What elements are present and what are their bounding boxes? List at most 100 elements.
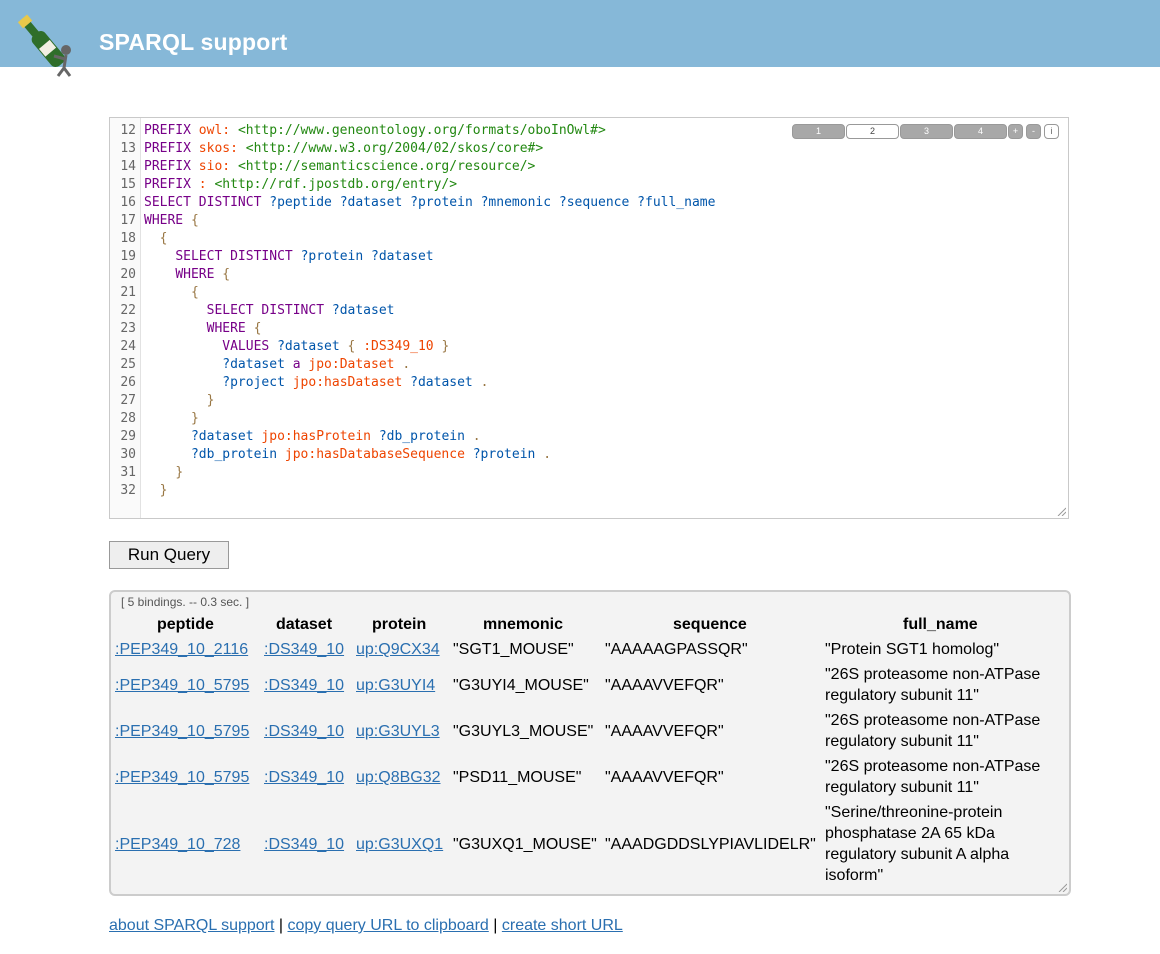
- query-tab-3[interactable]: 3: [900, 124, 953, 139]
- code-line: ?project jpo:hasDataset ?dataset .: [222, 375, 489, 390]
- full-name-cell: "26S proteasome non-ATPase regulatory su…: [825, 758, 1041, 796]
- protein-link[interactable]: up:G3UYL3: [356, 721, 440, 742]
- peptide-link[interactable]: :PEP349_10_728: [115, 834, 240, 855]
- column-header-full-name: full_name: [903, 616, 978, 633]
- app-title: SPARQL support: [99, 29, 288, 55]
- peptide-link[interactable]: :PEP349_10_2116: [115, 639, 248, 660]
- column-header-peptide: peptide: [157, 616, 214, 633]
- code-line: SELECT DISTINCT ?protein ?dataset: [175, 249, 434, 264]
- zoom-in-button[interactable]: +: [1008, 124, 1023, 139]
- dataset-link[interactable]: :DS349_10: [264, 721, 344, 742]
- line-number: 30: [120, 447, 136, 462]
- line-number: 15: [120, 177, 136, 192]
- line-number: 25: [120, 357, 136, 372]
- query-tab-2[interactable]: 2: [846, 124, 899, 139]
- resize-handle-icon[interactable]: [1056, 506, 1066, 516]
- code-line: ?db_protein jpo:hasDatabaseSequence ?pro…: [190, 447, 552, 462]
- footer-separator: |: [493, 917, 498, 934]
- line-number: 29: [120, 429, 136, 444]
- code-line: PREFIX sio: <http://semanticscience.org/…: [144, 159, 536, 174]
- code-line: {: [190, 285, 199, 300]
- query-tab-1[interactable]: 1: [792, 124, 845, 139]
- line-number: 14: [120, 159, 136, 174]
- peptide-link[interactable]: :PEP349_10_5795: [115, 721, 249, 742]
- results-status: [ 5 bindings. -- 0.3 sec. ]: [121, 595, 250, 609]
- code-line: WHERE {: [175, 267, 231, 282]
- protein-link[interactable]: up:G3UXQ1: [356, 834, 443, 855]
- code-line: ?dataset jpo:hasProtein ?db_protein .: [190, 429, 481, 444]
- mnemonic-cell: "G3UXQ1_MOUSE": [453, 836, 597, 853]
- run-query-button[interactable]: Run Query: [109, 541, 229, 569]
- create-short-url-link[interactable]: create short URL: [502, 917, 623, 934]
- sequence-cell: "AAADGDDSLYPIAVLIDELR": [605, 836, 816, 853]
- line-number: 12: [120, 123, 136, 138]
- code-line: }: [190, 411, 199, 426]
- protein-link[interactable]: up:Q9CX34: [356, 639, 440, 660]
- column-header-dataset: dataset: [276, 616, 333, 633]
- code-line: }: [175, 465, 184, 480]
- dataset-link[interactable]: :DS349_10: [264, 767, 344, 788]
- line-number: 23: [120, 321, 136, 336]
- full-name-cell: "26S proteasome non-ATPase regulatory su…: [825, 666, 1041, 704]
- line-number: 24: [120, 339, 136, 354]
- peptide-link[interactable]: :PEP349_10_5795: [115, 675, 249, 696]
- line-number: 31: [120, 465, 136, 480]
- code-line: PREFIX skos: <http://www.w3.org/2004/02/…: [144, 141, 544, 156]
- about-sparql-support-link[interactable]: about SPARQL support: [109, 917, 274, 934]
- code-line: ?dataset a jpo:Dataset .: [222, 357, 411, 372]
- code-line: PREFIX : <http://rdf.jpostdb.org/entry/>: [144, 177, 458, 192]
- mnemonic-cell: "PSD11_MOUSE": [453, 769, 582, 786]
- line-number: 22: [120, 303, 136, 318]
- line-number: 26: [120, 375, 136, 390]
- line-number: 18: [120, 231, 136, 246]
- code-line: PREFIX owl: <http://www.geneontology.org…: [144, 123, 606, 138]
- resize-handle-icon[interactable]: [1057, 882, 1067, 892]
- header-bar: SPARQL support: [0, 0, 1160, 77]
- line-number: 19: [120, 249, 136, 264]
- peptide-link[interactable]: :PEP349_10_5795: [115, 767, 249, 788]
- line-number: 21: [120, 285, 136, 300]
- column-header-protein: protein: [372, 616, 427, 633]
- mnemonic-cell: "G3UYL3_MOUSE": [453, 723, 594, 740]
- line-number: 13: [120, 141, 136, 156]
- query-tab-4[interactable]: 4: [954, 124, 1007, 139]
- dataset-link[interactable]: :DS349_10: [264, 834, 344, 855]
- mnemonic-cell: "SGT1_MOUSE": [453, 641, 574, 658]
- sequence-cell: "AAAAVVEFQR": [605, 677, 724, 694]
- column-header-mnemonic: mnemonic: [483, 616, 564, 633]
- code-line: VALUES ?dataset { :DS349_10 }: [222, 339, 450, 354]
- mnemonic-cell: "G3UYI4_MOUSE": [453, 677, 589, 694]
- line-number: 28: [120, 411, 136, 426]
- code-line: {: [159, 231, 168, 246]
- sequence-cell: "AAAAAGPASSQR": [605, 641, 748, 658]
- footer-separator: |: [278, 917, 284, 934]
- line-number: 20: [120, 267, 136, 282]
- dataset-link[interactable]: :DS349_10: [264, 639, 344, 660]
- sequence-cell: "AAAAVVEFQR": [605, 769, 724, 786]
- info-button[interactable]: i: [1044, 124, 1059, 139]
- column-header-sequence: sequence: [673, 616, 747, 633]
- dataset-link[interactable]: :DS349_10: [264, 675, 344, 696]
- code-line: WHERE {: [144, 213, 199, 228]
- protein-link[interactable]: up:G3UYI4: [356, 675, 435, 696]
- line-number: 27: [120, 393, 136, 408]
- code-line: WHERE {: [206, 321, 262, 336]
- footer-links: about SPARQL support | copy query URL to…: [109, 917, 623, 935]
- line-number-gutter: 12 13 14 15 16 17 18 19 20 21 22 23 24 2…: [110, 118, 141, 518]
- line-number: 17: [120, 213, 136, 228]
- protein-link[interactable]: up:Q8BG32: [356, 767, 441, 788]
- code-line: SELECT DISTINCT ?dataset: [206, 303, 395, 318]
- results-panel: [ 5 bindings. -- 0.3 sec. ] peptide data…: [109, 590, 1071, 896]
- sequence-cell: "AAAAVVEFQR": [605, 723, 724, 740]
- line-number: 32: [120, 483, 136, 498]
- query-editor[interactable]: 12 13 14 15 16 17 18 19 20 21 22 23 24 2…: [109, 117, 1069, 519]
- champagne-bottle-icon: [17, 14, 72, 77]
- full-name-cell: "26S proteasome non-ATPase regulatory su…: [825, 712, 1041, 750]
- code-line: }: [206, 393, 215, 408]
- full-name-cell: "Serine/threonine-protein phosphatase 2A…: [825, 804, 1010, 884]
- copy-query-url-link[interactable]: copy query URL to clipboard: [288, 917, 489, 934]
- line-number: 16: [120, 195, 136, 210]
- full-name-cell: "Protein SGT1 homolog": [825, 641, 1000, 658]
- code-line: }: [159, 483, 168, 498]
- zoom-out-button[interactable]: -: [1026, 124, 1041, 139]
